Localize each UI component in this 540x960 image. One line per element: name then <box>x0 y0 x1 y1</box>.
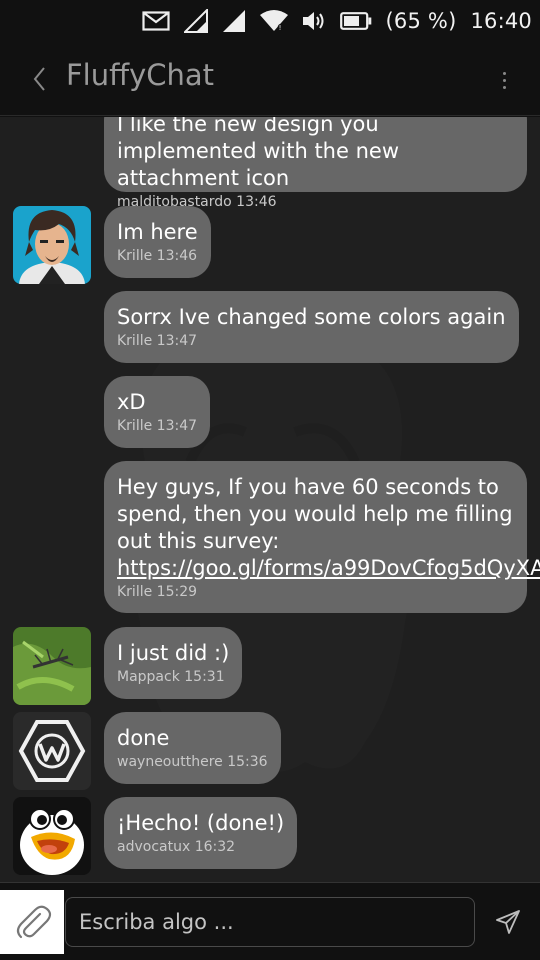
krille-avatar-icon <box>13 206 91 284</box>
mappack-avatar-icon <box>13 627 91 705</box>
message-text: Hey guys, If you have 60 seconds to spen… <box>117 474 540 582</box>
message-meta: wayneoutthere 15:36 <box>117 754 268 770</box>
back-button[interactable] <box>22 62 56 96</box>
message-bubble[interactable]: done wayneoutthere 15:36 <box>104 712 281 784</box>
message-meta: Mappack 15:31 <box>117 669 225 685</box>
message-text-part: Hey guys, If you have 60 seconds to spen… <box>117 475 513 553</box>
message-meta: Krille 15:29 <box>117 584 198 600</box>
avatar[interactable] <box>13 797 91 875</box>
wayneoutthere-avatar-icon <box>13 712 91 790</box>
message-text: xD <box>117 390 146 414</box>
send-button[interactable] <box>492 906 524 938</box>
page-title: FluffyChat <box>66 58 215 92</box>
message-meta: advocatux 16:32 <box>117 839 236 855</box>
signal-icon <box>222 9 246 33</box>
paperclip-icon <box>16 905 52 939</box>
avatar[interactable] <box>13 627 91 705</box>
wifi-icon: ! <box>259 10 288 32</box>
message-bubble[interactable]: ¡Hecho! (done!) advocatux 16:32 <box>104 797 298 869</box>
mail-icon <box>141 11 170 31</box>
attach-button[interactable] <box>0 890 64 954</box>
message-bubble[interactable]: I just did :) Mappack 15:31 <box>104 627 243 699</box>
send-icon <box>496 910 520 934</box>
message-meta: Krille 13:47 <box>117 418 198 434</box>
battery-percentage: (65 %) <box>385 9 457 33</box>
more-vertical-icon <box>502 71 506 75</box>
message-text: I like the new design you implemented wi… <box>117 117 399 190</box>
status-icons: ! (65 %) 16:40 <box>128 6 532 36</box>
more-menu-button[interactable] <box>496 64 512 96</box>
message-meta: Krille 13:47 <box>117 333 198 349</box>
message-meta: Krille 13:46 <box>117 248 198 264</box>
clock: 16:40 <box>470 9 532 33</box>
message-text: done <box>117 726 170 750</box>
volume-icon <box>302 10 326 32</box>
message-bubble[interactable]: Im here Krille 13:46 <box>104 206 211 278</box>
message-text: I just did :) <box>117 641 230 665</box>
avatar[interactable] <box>13 712 91 790</box>
svg-text:!: ! <box>278 24 281 32</box>
chat-timeline[interactable]: I like the new design you implemented wi… <box>0 117 540 882</box>
app-header: FluffyChat <box>0 42 540 116</box>
advocatux-avatar-icon <box>13 797 91 875</box>
avatar[interactable] <box>13 206 91 284</box>
status-bar: ! (65 %) 16:40 <box>0 0 540 42</box>
message-bubble[interactable]: I like the new design you implemented wi… <box>104 117 527 210</box>
message-bubble[interactable]: Sorrx Ive changed some colors again Kril… <box>104 291 519 363</box>
message-bubble[interactable]: xD Krille 13:47 <box>104 376 210 448</box>
message-text: Im here <box>117 220 198 244</box>
message-input[interactable] <box>65 897 475 947</box>
composer-bar <box>0 882 540 960</box>
message-text: Sorrx Ive changed some colors again <box>117 305 506 329</box>
signal-icon <box>183 9 208 33</box>
chevron-left-icon <box>33 67 45 91</box>
survey-link[interactable]: https://goo.gl/forms/a99DovCfog5dQyXA3 <box>117 556 540 580</box>
message-bubble[interactable]: Hey guys, If you have 60 seconds to spen… <box>104 461 540 613</box>
battery-icon <box>339 12 372 30</box>
message-text: ¡Hecho! (done!) <box>117 811 285 835</box>
